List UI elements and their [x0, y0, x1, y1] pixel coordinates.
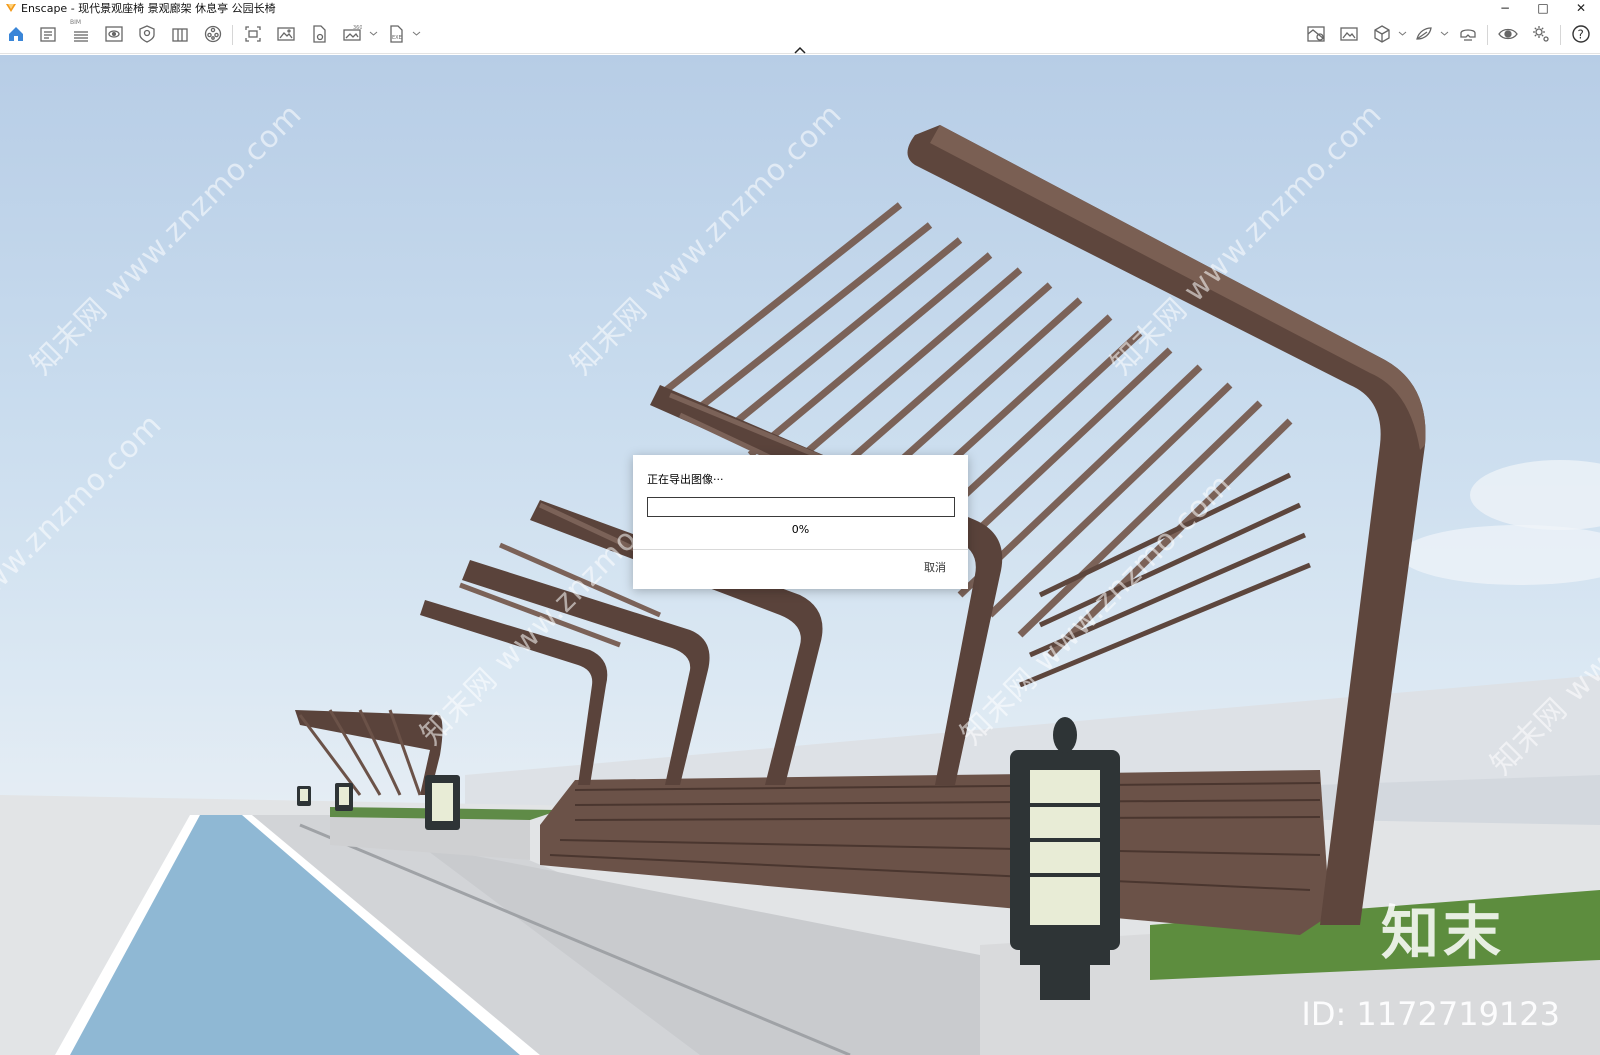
panorama-360-icon[interactable]: 360: [341, 23, 363, 45]
brand-id: ID: 1172719123: [1301, 995, 1560, 1033]
cube-view-icon[interactable]: [1371, 23, 1393, 45]
export-document-icon[interactable]: [308, 23, 330, 45]
brand-logo: 知末: [1380, 899, 1505, 967]
settings-icon[interactable]: [1530, 23, 1552, 45]
progress-bar: [647, 497, 955, 517]
bim-label: BIM: [70, 19, 82, 26]
vr-headset-icon[interactable]: [1457, 23, 1479, 45]
image-gallery-icon[interactable]: [1338, 23, 1360, 45]
material-editor-icon[interactable]: [1413, 23, 1435, 45]
chevron-down-icon[interactable]: [369, 29, 378, 38]
maximize-button[interactable]: □: [1524, 0, 1562, 16]
scene-icon[interactable]: [169, 23, 191, 45]
svg-text:EXE: EXE: [392, 35, 402, 41]
help-icon[interactable]: ?: [1570, 23, 1592, 45]
home-icon[interactable]: [5, 23, 27, 45]
dialog-divider: [633, 549, 968, 550]
dialog-title: 正在导出图像···: [647, 473, 724, 486]
screenshot-icon[interactable]: [275, 23, 297, 45]
eye-preview-icon[interactable]: [1497, 23, 1519, 45]
exe-export-icon[interactable]: EXE: [385, 23, 407, 45]
chevron-down-icon[interactable]: [1398, 29, 1407, 38]
bim-icon[interactable]: BIM: [70, 19, 92, 45]
atmosphere-icon[interactable]: [136, 23, 158, 45]
chevron-down-icon[interactable]: [412, 29, 421, 38]
window-controls: − □ ✕: [1486, 0, 1600, 16]
progress-percent: 0%: [791, 523, 810, 536]
capture-icon[interactable]: [242, 23, 264, 45]
file-manager-icon[interactable]: [37, 23, 59, 45]
svg-text:?: ?: [1578, 28, 1584, 42]
toolbar-divider: [1560, 25, 1561, 45]
svg-text:360: 360: [353, 25, 362, 31]
asset-library-icon[interactable]: [202, 23, 224, 45]
enscape-logo-icon: [6, 4, 16, 12]
title-bar: Enscape - 现代景观座椅 景观廊架 休息亭 公园长椅 − □ ✕: [0, 0, 1600, 16]
minimize-button[interactable]: −: [1486, 0, 1524, 16]
chevron-down-icon[interactable]: [1440, 29, 1449, 38]
toolbar-divider: [1487, 25, 1488, 45]
visual-settings-icon[interactable]: [103, 23, 125, 45]
export-progress-dialog: 正在导出图像··· 0% 取消: [633, 455, 968, 589]
toolbar-divider: [232, 25, 233, 45]
view-management-icon[interactable]: [1305, 23, 1327, 45]
cancel-button[interactable]: 取消: [924, 559, 946, 575]
close-button[interactable]: ✕: [1562, 0, 1600, 16]
window-title: Enscape - 现代景观座椅 景观廊架 休息亭 公园长椅: [21, 2, 276, 15]
main-toolbar: BIM 360 EXE ?: [0, 16, 1600, 54]
